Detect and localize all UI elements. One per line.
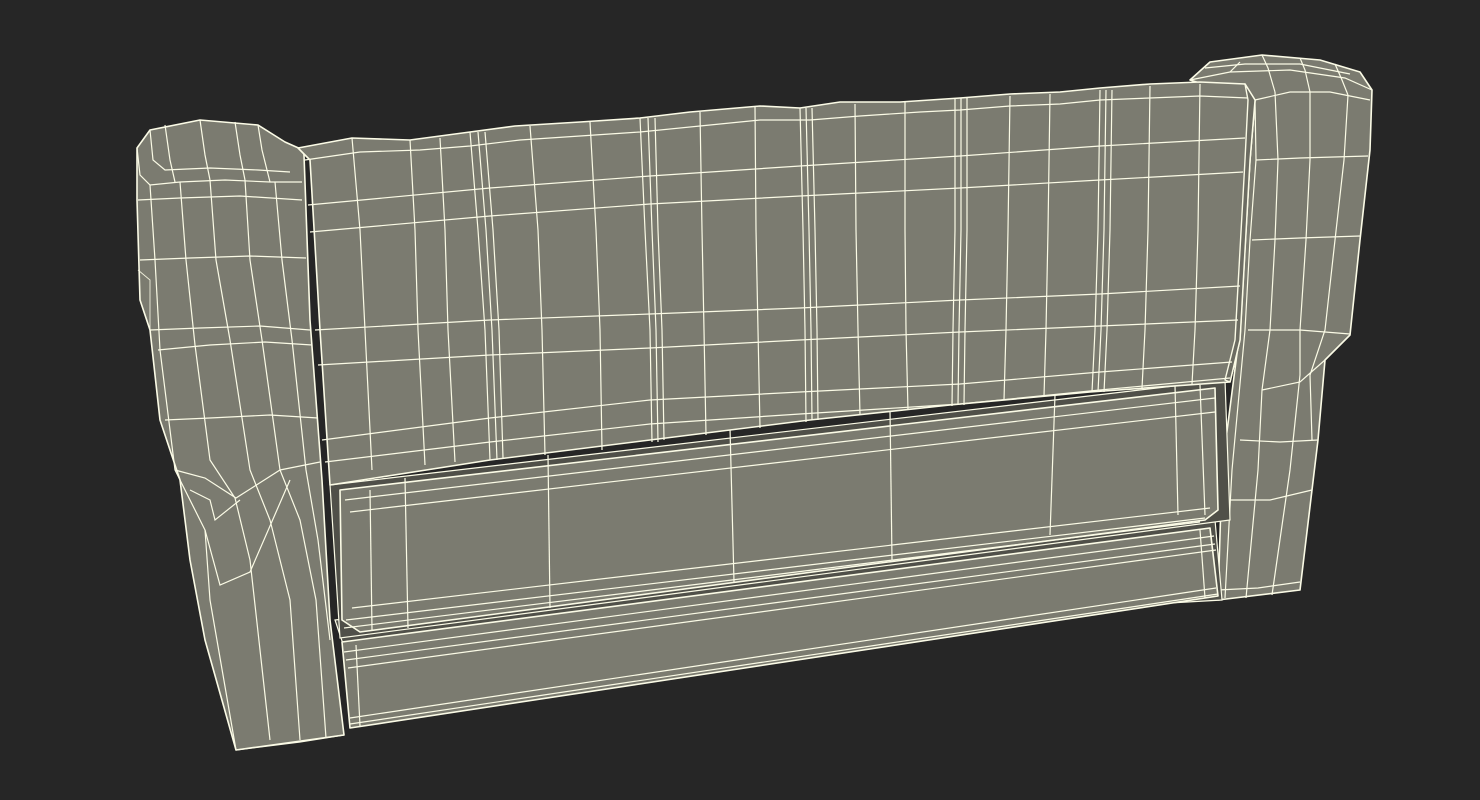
sofa-model — [136, 54, 1373, 751]
3d-viewport — [0, 0, 1480, 800]
